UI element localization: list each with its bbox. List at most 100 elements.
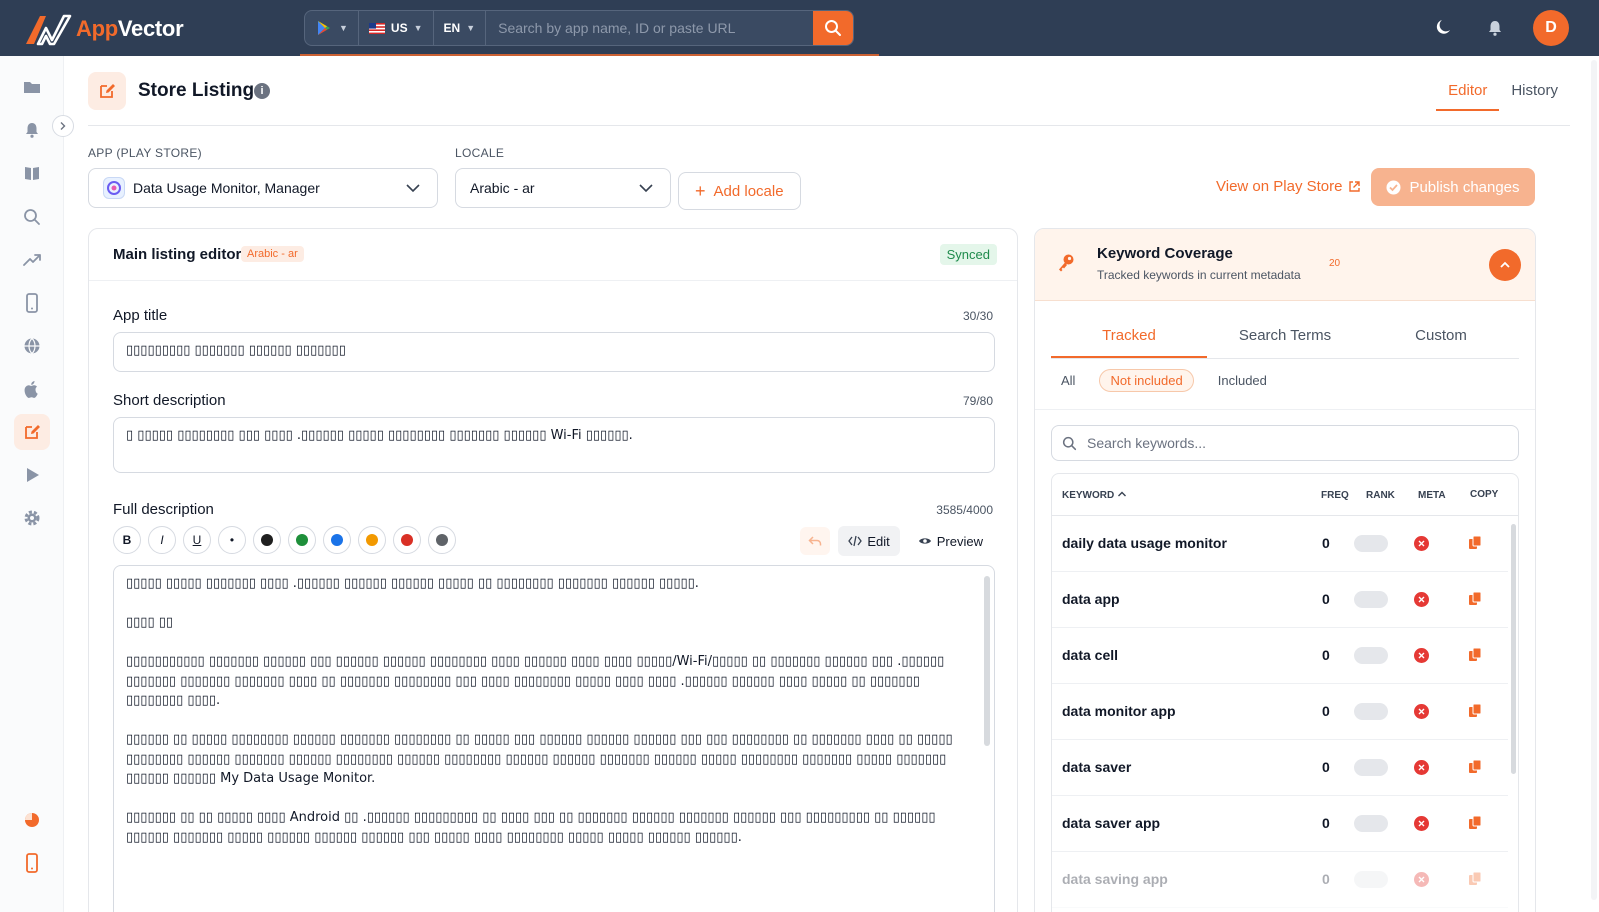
language-code: EN [443,21,461,35]
bell-icon [26,123,38,138]
edit-mode-label: Edit [867,533,890,549]
freq-cell: 0 [1322,647,1330,663]
italic-button[interactable]: I [148,526,176,554]
info-icon[interactable]: i [254,83,270,99]
copy-button[interactable] [1468,703,1482,723]
copy-button[interactable] [1468,815,1482,835]
short-description-input[interactable]: ▯ ▯▯▯▯▯ ▯▯▯▯▯▯▯▯ ▯▯▯ ▯▯▯▯ .▯▯▯▯▯▯ ▯▯▯▯▯ … [113,417,995,473]
copy-button[interactable] [1468,591,1482,611]
tab-custom[interactable]: Custom [1363,319,1519,358]
copy-button[interactable] [1468,871,1482,891]
sidebar-item-store-listing[interactable] [14,414,50,450]
undo-icon [808,536,822,546]
keyword-count: 20 [1329,258,1341,269]
top-bar: AppVector ▼ US ▼ EN ▼ Search by app name… [0,0,1599,56]
color-swatch-orange[interactable] [358,526,386,554]
column-keyword-label: KEYWORD [1062,490,1115,501]
sidebar-item-folders[interactable] [14,69,50,105]
copy-button[interactable] [1468,647,1482,667]
app-select[interactable]: Data Usage Monitor, Manager [88,168,438,208]
view-on-play-store-label: View on Play Store [1216,178,1343,195]
keyword-cell: data app [1062,591,1120,607]
sidebar-item-trends[interactable] [14,242,50,278]
sidebar-item-play-store[interactable] [14,457,50,493]
edit-icon [25,425,40,439]
store-selector[interactable]: ▼ [305,11,359,45]
preview-mode-button[interactable]: Preview [908,526,993,556]
view-on-play-store-link[interactable]: View on Play Store [1216,178,1361,195]
sidebar-item-app-store[interactable] [14,371,50,407]
description-paragraph: ▯▯▯▯▯▯ ▯▯ ▯▯▯▯▯ ▯▯▯▯▯▯▯▯ ▯▯▯▯▯▯ ▯▯▯▯▯▯▯ … [126,732,953,786]
copy-icon [1469,759,1482,773]
sidebar-item-settings[interactable] [14,500,50,536]
us-flag-icon [368,22,385,34]
underline-button[interactable]: U [183,526,211,554]
search-button[interactable] [813,11,853,45]
language-selector[interactable]: EN ▼ [434,11,487,45]
country-selector[interactable]: US ▼ [359,11,434,45]
add-locale-button[interactable]: + Add locale [678,172,801,210]
keyword-table-scrollbar[interactable] [1511,524,1516,774]
publish-changes-label: Publish changes [1409,178,1520,196]
color-swatch-blue[interactable] [323,526,351,554]
copy-button[interactable] [1468,535,1482,555]
tab-tracked[interactable]: Tracked [1051,319,1207,358]
copy-icon [1469,591,1482,605]
sidebar-item-alerts[interactable] [14,112,50,148]
color-swatch-gray[interactable] [428,526,456,554]
bullet-button[interactable]: • [218,526,246,554]
column-copy[interactable]: COPY [1470,489,1498,500]
undo-button[interactable] [800,527,831,555]
rank-placeholder [1354,815,1388,832]
edit-mode-tools: Edit Preview [800,526,993,556]
sync-status-badge: Synced [939,244,997,265]
global-search-group: ▼ US ▼ EN ▼ [304,10,854,46]
user-avatar[interactable]: D [1533,10,1569,46]
keyword-panel-collapse-button[interactable] [1489,249,1521,281]
column-rank[interactable]: RANK [1366,490,1395,501]
page-scrollbar[interactable] [1591,60,1597,900]
sidebar-item-search[interactable] [14,199,50,235]
tab-search-terms[interactable]: Search Terms [1207,319,1363,358]
not-included-icon [1414,704,1429,719]
keyword-search-input[interactable] [1087,435,1508,451]
bold-button[interactable]: B [113,526,141,554]
column-freq[interactable]: FREQ [1321,490,1349,501]
color-swatch-green[interactable] [288,526,316,554]
edit-mode-button[interactable]: Edit [838,526,900,556]
description-paragraph: ▯▯▯▯▯ ▯▯▯▯▯ ▯▯▯▯▯▯▯ ▯▯▯▯ .▯▯▯▯▯▯ ▯▯▯▯▯▯ … [126,576,699,591]
eye-icon [918,538,931,544]
dark-mode-toggle[interactable] [1429,14,1457,42]
tab-editor[interactable]: Editor [1436,76,1500,111]
moon-icon [1436,20,1450,34]
not-included-icon [1414,872,1429,887]
editor-header: Main listing editor Arabic - ar Synced [89,229,1017,281]
trending-icon [23,254,41,266]
sidebar-item-apps[interactable] [14,285,50,321]
notifications-button[interactable] [1481,14,1509,42]
locale-select[interactable]: Arabic - ar [455,168,671,208]
sidebar-collapse-button[interactable] [52,115,74,137]
sidebar-item-device[interactable] [14,845,50,881]
full-description-input[interactable]: ▯▯▯▯▯ ▯▯▯▯▯ ▯▯▯▯▯▯▯ ▯▯▯▯ .▯▯▯▯▯▯ ▯▯▯▯▯▯ … [113,565,995,912]
global-search-input[interactable] [486,11,813,45]
color-swatch-red[interactable] [393,526,421,554]
sidebar-item-widget[interactable] [14,802,50,838]
publish-changes-button[interactable]: Publish changes [1371,168,1535,206]
column-meta[interactable]: META [1418,490,1446,501]
sidebar-item-markets[interactable] [14,328,50,364]
filter-not-included[interactable]: Not included [1099,369,1194,392]
copy-icon [1469,647,1482,661]
app-logo[interactable]: AppVector [24,12,184,46]
column-keyword[interactable]: KEYWORD [1062,490,1127,501]
app-title-input[interactable]: ▯▯▯▯▯▯▯▯▯ ▯▯▯▯▯▯▯ ▯▯▯▯▯▯ ▯▯▯▯▯▯▯ [113,332,995,372]
description-scrollbar[interactable] [984,576,990,746]
filter-all[interactable]: All [1061,370,1085,391]
copy-button[interactable] [1468,759,1482,779]
keyword-table-header: KEYWORD FREQ RANK META COPY [1052,474,1518,516]
tab-history[interactable]: History [1499,76,1570,111]
sidebar-item-guides[interactable] [14,155,50,191]
color-swatch-black[interactable] [253,526,281,554]
filter-included[interactable]: Included [1208,370,1277,391]
bell-icon [1489,21,1501,36]
